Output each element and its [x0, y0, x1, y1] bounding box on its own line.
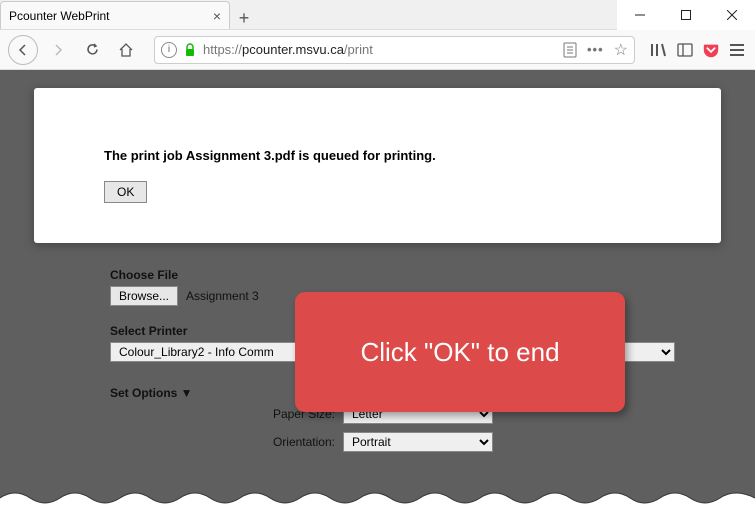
- back-icon: [16, 43, 30, 57]
- choose-file-label: Choose File: [110, 268, 675, 282]
- forward-button[interactable]: [44, 36, 72, 64]
- ok-button[interactable]: OK: [104, 181, 147, 203]
- browser-window: Pcounter WebPrint × +: [0, 0, 755, 506]
- orientation-label: Orientation:: [255, 435, 335, 449]
- reload-icon: [85, 42, 100, 57]
- reader-mode-icon[interactable]: [563, 42, 577, 58]
- reload-button[interactable]: [78, 36, 106, 64]
- dialog-message: The print job Assignment 3.pdf is queued…: [104, 148, 651, 163]
- hamburger-icon: [729, 43, 745, 57]
- minimize-icon: [635, 10, 645, 20]
- instruction-callout: Click "OK" to end: [295, 292, 625, 412]
- maximize-button[interactable]: [663, 0, 709, 30]
- urlbar-actions: ••• ☆: [563, 40, 628, 60]
- browse-button[interactable]: Browse...: [110, 286, 178, 306]
- lock-icon: [183, 43, 197, 57]
- library-icon: [650, 42, 668, 58]
- tab-title: Pcounter WebPrint: [9, 9, 110, 23]
- minimize-button[interactable]: [617, 0, 663, 30]
- toolbar: i https://pcounter.msvu.ca/print ••• ☆: [0, 30, 755, 70]
- tab-active[interactable]: Pcounter WebPrint ×: [0, 1, 230, 29]
- callout-text: Click "OK" to end: [360, 337, 559, 368]
- tab-strip: Pcounter WebPrint × +: [0, 0, 617, 29]
- orientation-row: Orientation: Portrait: [255, 432, 675, 452]
- new-tab-button[interactable]: +: [230, 8, 258, 29]
- home-icon: [118, 42, 134, 58]
- site-info-icon[interactable]: i: [161, 42, 177, 58]
- sidebar-icon: [677, 42, 693, 58]
- forward-icon: [51, 43, 65, 57]
- torn-edge: [0, 488, 755, 508]
- close-window-button[interactable]: [709, 0, 755, 30]
- menu-button[interactable]: [727, 40, 747, 60]
- home-button[interactable]: [112, 36, 140, 64]
- page-actions-icon[interactable]: •••: [587, 42, 604, 57]
- maximize-icon: [681, 10, 691, 20]
- close-icon: [727, 10, 737, 20]
- bookmark-star-icon[interactable]: ☆: [614, 40, 628, 60]
- page-content: Choose File Browse... Assignment 3 Selec…: [0, 70, 755, 506]
- url-text: https://pcounter.msvu.ca/print: [203, 42, 373, 57]
- url-bar[interactable]: i https://pcounter.msvu.ca/print ••• ☆: [154, 36, 635, 64]
- sidebar-button[interactable]: [675, 40, 695, 60]
- back-button[interactable]: [8, 35, 38, 65]
- library-button[interactable]: [649, 40, 669, 60]
- pocket-icon: [702, 41, 720, 59]
- pocket-button[interactable]: [701, 40, 721, 60]
- orientation-select[interactable]: Portrait: [343, 432, 493, 452]
- window-controls: [617, 0, 755, 29]
- titlebar: Pcounter WebPrint × +: [0, 0, 755, 30]
- confirmation-dialog: The print job Assignment 3.pdf is queued…: [34, 88, 721, 243]
- close-tab-icon[interactable]: ×: [213, 8, 221, 24]
